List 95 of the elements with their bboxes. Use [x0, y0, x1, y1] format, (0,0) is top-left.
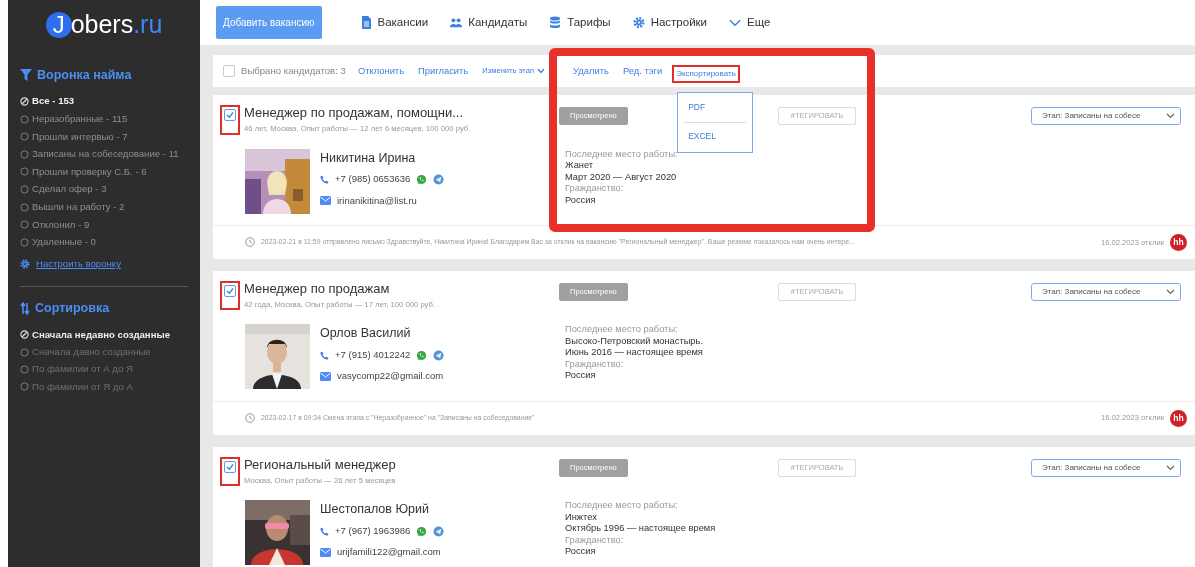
- sidebar-option[interactable]: Вышли на работу - 2: [20, 198, 188, 216]
- radio-icon: [20, 97, 29, 107]
- info-label: Гражданство:: [565, 534, 625, 547]
- mail-icon: [320, 547, 331, 557]
- telegram-icon: [433, 525, 445, 537]
- radio-icon: [20, 330, 29, 340]
- users-icon: [450, 16, 463, 29]
- check-icon: [226, 111, 234, 119]
- sidebar-option[interactable]: Сначала давно созданные: [20, 343, 188, 361]
- work-period: Июнь 2016 — настоящее время: [565, 347, 703, 359]
- sidebar-option[interactable]: Сделал офер - 3: [20, 180, 188, 199]
- nav-link[interactable]: Кандидаты: [450, 13, 528, 32]
- source-badge: hh: [1170, 409, 1187, 427]
- company-name: Инжтех: [565, 511, 598, 524]
- document-icon: [359, 16, 372, 29]
- checkbox[interactable]: [224, 284, 236, 297]
- mail-icon: [320, 196, 331, 206]
- toolbar-link[interactable]: Пригласить: [414, 60, 473, 82]
- phone-icon: [320, 174, 329, 184]
- info-label: Гражданство:: [565, 183, 625, 195]
- citizenship-value: Россия: [565, 546, 597, 558]
- selected-count: Выбрано кандидатов: 3: [241, 63, 346, 78]
- clock-icon: [245, 413, 255, 424]
- sidebar-option[interactable]: Сначала недавно созданные: [20, 326, 188, 344]
- company-name: Высоко-Петровский монастырь.: [565, 335, 703, 348]
- sidebar-option[interactable]: Прошли интервью - 7: [20, 127, 188, 146]
- candidate-name[interactable]: Никитина Ирина: [320, 148, 565, 168]
- phone-icon: [320, 350, 329, 360]
- company-name: Жанет: [565, 160, 595, 172]
- work-period: Март 2020 — Август 2020: [565, 171, 678, 184]
- candidate-name[interactable]: Орлов Василий: [320, 324, 565, 344]
- logo: J obers.ru: [20, 6, 188, 44]
- mail-icon: [320, 371, 331, 381]
- menu-item[interactable]: EXCEL: [678, 124, 753, 149]
- stage-select[interactable]: Этап: Записаны на собесе: [1031, 107, 1181, 125]
- funnel-icon: [20, 69, 32, 82]
- vacancy-title[interactable]: Менеджер по продажам: [244, 280, 436, 297]
- toolbar-link[interactable]: Ред. тэги: [618, 60, 667, 82]
- chevron-down-icon: [1166, 113, 1175, 119]
- check-icon: [226, 462, 234, 471]
- phone-number: +7 (915) 4012242: [335, 348, 411, 363]
- check-icon: [226, 286, 234, 295]
- chevron-down-icon: [1166, 288, 1175, 295]
- toolbar-link[interactable]: Экспортировать: [672, 65, 740, 83]
- info-label: Последнее место работы:: [565, 324, 679, 336]
- telegram-icon: [433, 173, 445, 185]
- email-address: vasycomp22@gmail.com: [337, 369, 444, 384]
- toolbar-link[interactable]: Удалить: [569, 60, 613, 82]
- section-title: Воронка найма: [37, 67, 132, 84]
- citizenship-value: Россия: [565, 370, 597, 382]
- gear-icon: [632, 16, 645, 29]
- sidebar-option[interactable]: Удаленные - 0: [20, 233, 188, 252]
- toolbar-link[interactable]: Отклонить: [353, 60, 409, 82]
- stage-select[interactable]: Этап: Записаны на собесе: [1031, 282, 1181, 301]
- phone-number: +7 (967) 1963986: [335, 523, 411, 538]
- chevron-down-icon: [537, 68, 546, 74]
- vacancy-title[interactable]: Региональный менеджер: [244, 456, 396, 473]
- checkbox[interactable]: [224, 109, 236, 121]
- settings-link[interactable]: Настроить воронку: [20, 257, 188, 272]
- section-title: Сортировка: [35, 300, 110, 318]
- stage-select[interactable]: Этап: Записаны на собесе: [1031, 458, 1181, 477]
- whatsapp-icon: [416, 349, 428, 361]
- nav-link[interactable]: Вакансии: [359, 13, 429, 32]
- nav-link[interactable]: Еще: [729, 13, 771, 32]
- telegram-icon: [433, 349, 445, 361]
- gear-icon: [20, 259, 30, 270]
- info-label: Последнее место работы:: [565, 500, 679, 512]
- sidebar-option[interactable]: Прошли проверку С.Б. - 6: [20, 163, 188, 181]
- email-address: urijfamili122@gmail.com: [337, 545, 441, 560]
- citizenship-value: Россия: [565, 194, 597, 207]
- clock-icon: [245, 237, 255, 248]
- checkbox[interactable]: [224, 460, 236, 473]
- email-address: irinanikitina@list.ru: [337, 193, 417, 208]
- phone-icon: [320, 526, 329, 536]
- sort-icon: [20, 302, 30, 316]
- add-vacancy-button[interactable]: Добавить вакансию: [216, 6, 322, 39]
- info-label: Последнее место работы:: [565, 148, 678, 161]
- sidebar-option[interactable]: Отклонил - 9: [20, 215, 188, 234]
- nav-link[interactable]: Тарифы: [549, 13, 611, 32]
- whatsapp-icon: [416, 173, 428, 185]
- database-icon: [549, 16, 562, 29]
- info-label: Гражданство:: [565, 358, 625, 371]
- vacancy-title[interactable]: Менеджер по продажам, помощни...: [244, 105, 471, 121]
- checkbox[interactable]: [223, 65, 235, 77]
- candidate-name[interactable]: Шестопалов Юрий: [320, 500, 565, 519]
- nav-link[interactable]: Настройки: [632, 13, 707, 32]
- whatsapp-icon: [416, 525, 428, 537]
- source-badge: hh: [1170, 233, 1187, 251]
- chevron-down-icon: [1166, 464, 1175, 471]
- sidebar-option[interactable]: Записаны на собеседование - 11: [20, 145, 188, 164]
- menu-item[interactable]: PDF: [678, 96, 753, 120]
- phone-number: +7 (985) 0653636: [335, 172, 411, 187]
- work-period: Октябрь 1996 — настоящее время: [565, 523, 716, 535]
- sidebar-option[interactable]: Неразобранные - 115: [20, 110, 188, 128]
- sidebar-option[interactable]: Все - 153: [20, 92, 188, 111]
